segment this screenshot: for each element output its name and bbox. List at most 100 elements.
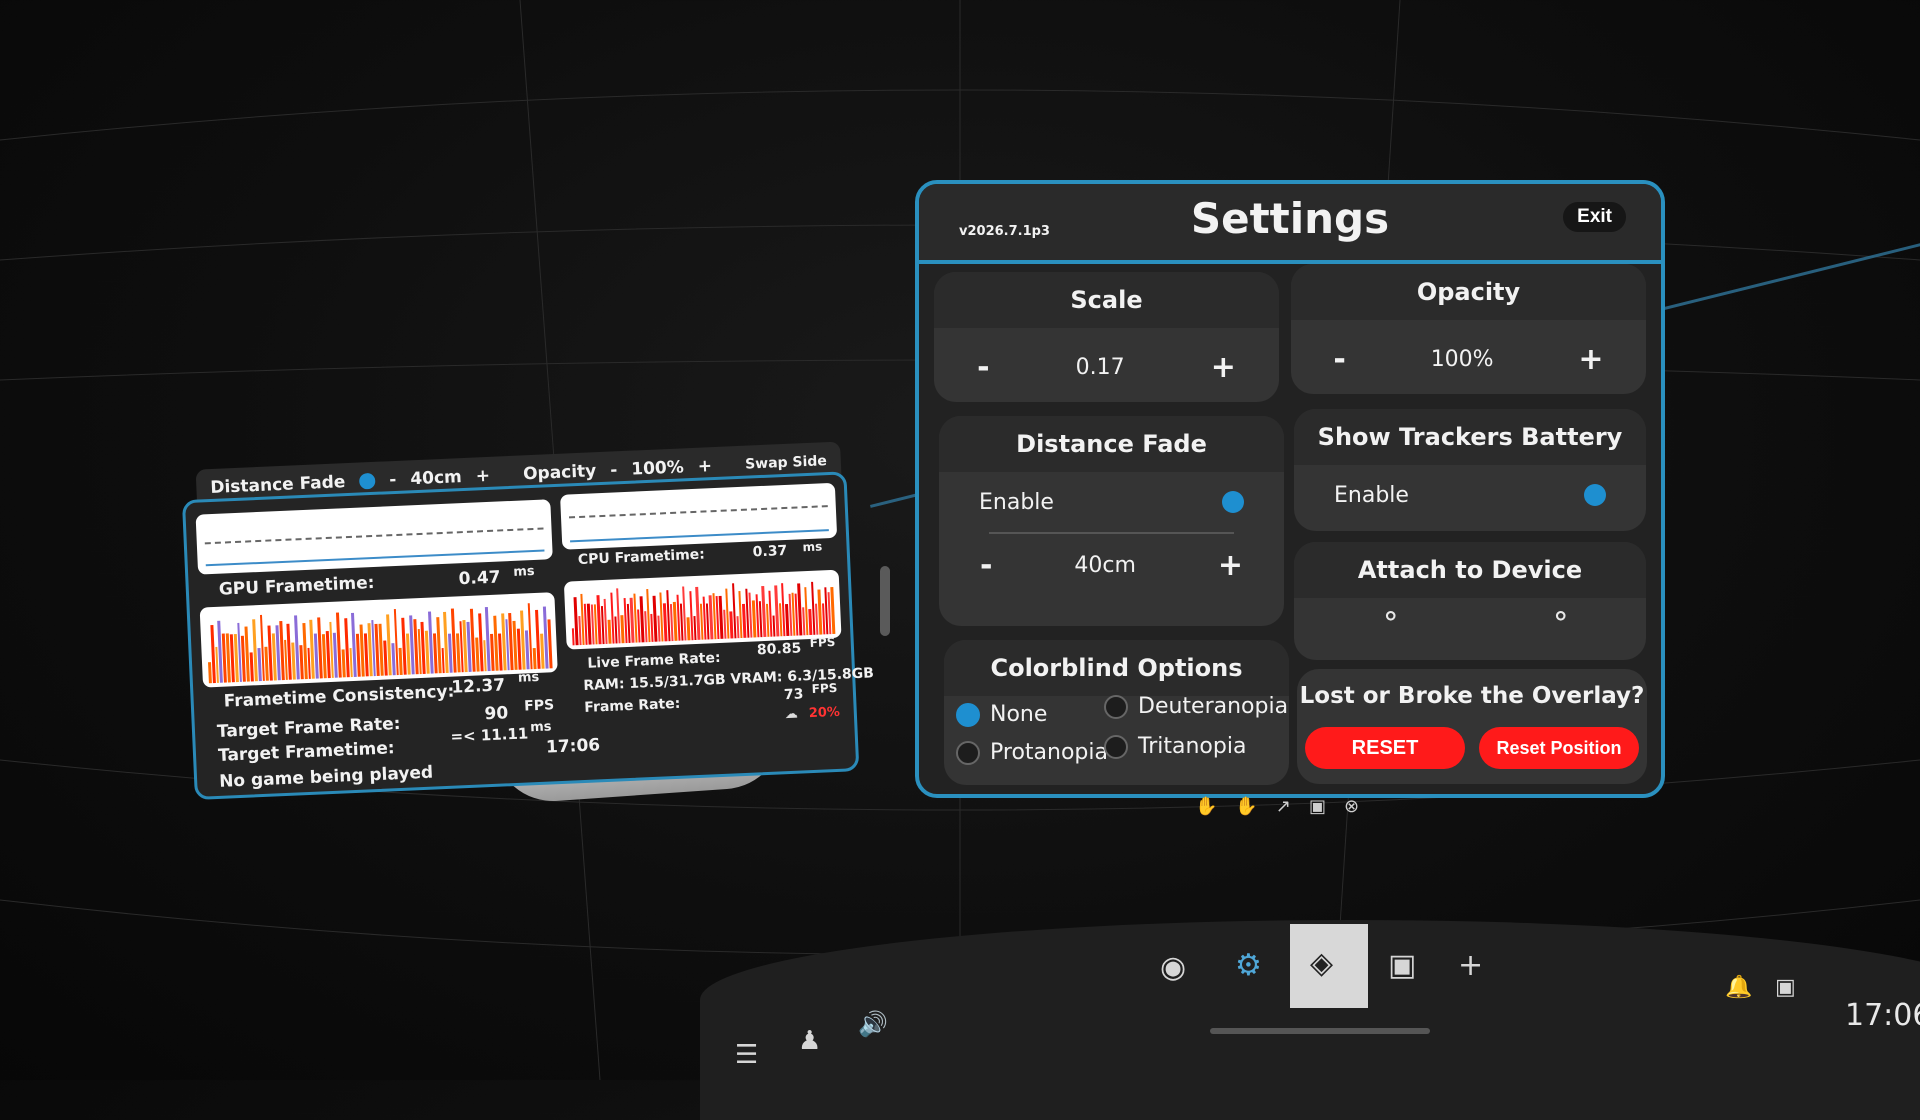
colorblind-none-option[interactable]: None (956, 702, 1047, 727)
colorblind-card: Colorblind Options None Deuteranopia Pro… (944, 640, 1289, 785)
distance-minus-button[interactable]: - (389, 470, 397, 490)
desktop-icon[interactable]: ▣ (1309, 796, 1326, 817)
left-controller-icon[interactable]: ⚬ (1379, 600, 1402, 633)
settings-panel: v2026.7.1p3 Settings Exit Scale - 0.17 +… (915, 180, 1665, 798)
frametime-consistency-graph (199, 592, 558, 688)
distance-fade-toggle[interactable] (1222, 491, 1244, 513)
distance-plus-button[interactable]: + (1218, 548, 1243, 583)
overlay-scroll-handle[interactable] (880, 566, 890, 636)
cpu-frametime-graph (560, 482, 838, 550)
gpu-frametime-value: 0.47 (458, 567, 501, 590)
scale-plus-button[interactable]: + (1211, 350, 1236, 385)
battery-value: 20% (808, 704, 841, 722)
target-frame-rate-unit: FPS (523, 697, 555, 715)
reset-position-button[interactable]: Reset Position (1479, 727, 1639, 769)
scale-card: Scale - 0.17 + (934, 272, 1279, 402)
frametime-consistency-label: Frametime Consistency: (223, 681, 455, 712)
opacity-card: Opacity - 100% + (1291, 264, 1646, 394)
none-radio[interactable] (956, 703, 980, 727)
distance-value: 40cm (1074, 553, 1136, 578)
right-controller-icon[interactable]: ⚬ (1549, 600, 1572, 633)
distance-minus-button[interactable]: - (980, 548, 992, 583)
trackers-battery-toggle[interactable] (1584, 484, 1606, 506)
frame-rate-label: Frame Rate: (584, 695, 681, 716)
distance-fade-enable-label: Enable (979, 489, 1054, 515)
target-frametime-label: Target Frametime: (217, 738, 395, 766)
tritanopia-radio[interactable] (1104, 735, 1128, 759)
overlay-time: 17:06 (545, 735, 601, 758)
target-frame-rate-label: Target Frame Rate: (216, 713, 401, 742)
cpu-frametime-value: 0.37 (752, 542, 788, 561)
target-frame-rate-value: 90 (484, 703, 509, 725)
colorblind-deuteranopia-option[interactable]: Deuteranopia (1104, 694, 1288, 719)
lost-overlay-card: Lost or Broke the Overlay? RESET Reset P… (1297, 669, 1647, 784)
frametime-consistency-unit: ms (517, 669, 540, 686)
battery-icon: ☁ (784, 706, 799, 723)
dashboard-handle[interactable] (1210, 1028, 1430, 1034)
left-hand-icon[interactable]: ✋ (1195, 796, 1217, 817)
scale-minus-button[interactable]: - (977, 350, 989, 385)
user-icon[interactable]: ♟ (798, 1026, 821, 1056)
colorblind-protanopia-option[interactable]: Protanopia (956, 740, 1108, 765)
scale-value: 0.17 (1075, 355, 1125, 380)
right-hand-icon[interactable]: ✋ (1235, 796, 1257, 817)
opacity-title: Opacity (1291, 264, 1646, 320)
distance-plus-button[interactable]: + (475, 466, 490, 487)
live-frame-rate-value: 80.85 (756, 640, 802, 659)
trackers-battery-title: Show Trackers Battery (1294, 409, 1646, 465)
deuteranopia-radio[interactable] (1104, 695, 1128, 719)
settings-title-bar: v2026.7.1p3 Settings Exit (919, 184, 1661, 264)
opacity-value: 100% (630, 457, 685, 480)
frametime-consistency-value: 12.37 (450, 675, 506, 698)
colorblind-title: Colorblind Options (944, 640, 1289, 696)
steam-icon[interactable]: ◉ (1160, 950, 1186, 985)
trackers-enable-label: Enable (1334, 482, 1409, 508)
opacity-label: Opacity (522, 461, 597, 485)
taskbar-clock: 17:06 (1845, 998, 1920, 1033)
add-app-button[interactable]: + (1458, 948, 1483, 983)
reset-button[interactable]: RESET (1305, 727, 1465, 769)
distance-fade-toggle[interactable] (358, 472, 376, 490)
opacity-minus-button[interactable]: - (610, 460, 618, 480)
notifications-icon[interactable]: 🔔 (1725, 975, 1752, 1000)
target-frametime-value: =< 11.11 (450, 724, 529, 746)
lost-overlay-title: Lost or Broke the Overlay? (1299, 683, 1645, 709)
swap-side-button[interactable]: Swap Side (745, 453, 827, 473)
volume-icon[interactable]: 🔊 (858, 1010, 888, 1038)
opacity-plus-button[interactable]: + (697, 456, 712, 477)
protanopia-radio[interactable] (956, 741, 980, 765)
opacity-value: 100% (1430, 347, 1494, 372)
menu-icon[interactable]: ☰ (735, 1040, 758, 1070)
distance-fade-title: Distance Fade (939, 416, 1284, 472)
frame-rate-value: 73 (783, 686, 804, 704)
target-frametime-unit: ms (529, 719, 552, 736)
opacity-plus-button[interactable]: + (1578, 342, 1603, 377)
scale-title: Scale (934, 272, 1279, 328)
gpu-frametime-unit: ms (513, 563, 535, 580)
pop-out-icon[interactable]: ↗ (1276, 796, 1291, 817)
gpu-frametime-label: GPU Frametime: (218, 572, 375, 600)
settings-title: Settings (1190, 194, 1390, 243)
frame-rate-unit: FPS (811, 680, 838, 696)
advanced-settings-icon[interactable]: ⚙ (1235, 948, 1262, 983)
live-frame-rate-graph (563, 569, 842, 650)
performance-overlay: Distance Fade - 40cm + Opacity - 100% + … (181, 441, 874, 800)
desktop-view-icon[interactable]: ▣ (1388, 948, 1416, 983)
trackers-battery-card: Show Trackers Battery Enable (1294, 409, 1646, 531)
attach-device-title: Attach to Device (1294, 542, 1646, 598)
colorblind-tritanopia-option[interactable]: Tritanopia (1104, 734, 1246, 759)
cpu-frametime-unit: ms (802, 539, 823, 555)
live-frame-rate-label: Live Frame Rate: (587, 649, 721, 672)
cpu-frametime-label: CPU Frametime: (577, 546, 706, 569)
distance-value: 40cm (409, 467, 463, 490)
no-game-status: No game being played (218, 762, 434, 792)
close-icon[interactable]: ⊗ (1344, 796, 1359, 817)
gpu-frametime-graph (195, 499, 553, 575)
panel-action-icons: ✋ ✋ ↗ ▣ ⊗ (1195, 796, 1359, 817)
opacity-minus-button[interactable]: - (1333, 342, 1345, 377)
attach-device-card: Attach to Device ⚬ ⚬ (1294, 542, 1646, 660)
live-frame-rate-unit: FPS (809, 634, 836, 651)
distance-fade-card: Distance Fade Enable - 40cm + (939, 416, 1284, 626)
exit-button[interactable]: Exit (1563, 202, 1626, 232)
overlay-app-icon[interactable]: ◈ (1310, 946, 1333, 981)
